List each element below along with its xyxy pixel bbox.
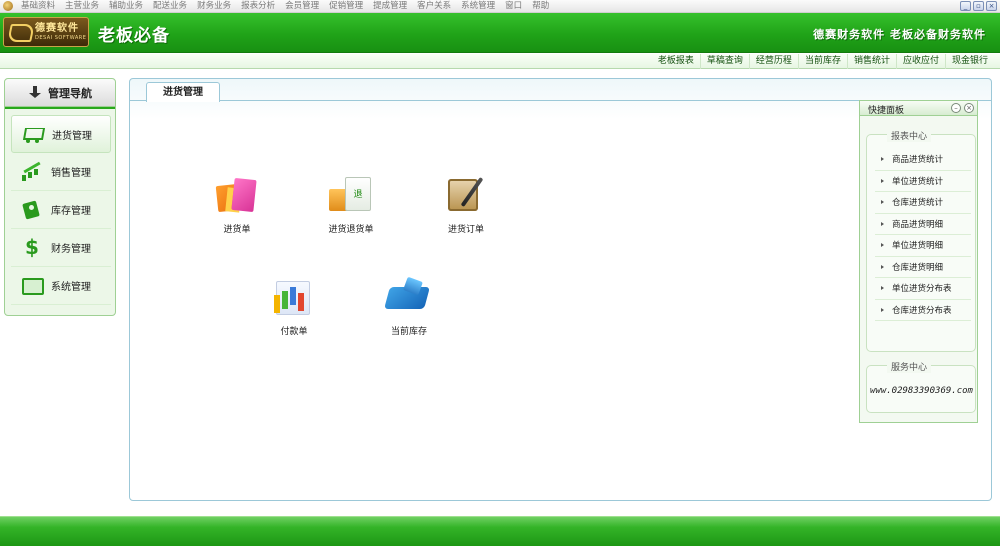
cart-icon [22, 124, 44, 144]
module-label: 进货订单 [447, 225, 484, 235]
nav-item-system[interactable]: 系统管理 [11, 267, 111, 305]
module-label: 付款单 [280, 327, 308, 337]
module-payment[interactable]: 付款单 [254, 275, 334, 337]
link-boss-report[interactable]: 老板报表 [652, 54, 700, 69]
bullet-arrow-icon [881, 157, 884, 162]
minimize-button[interactable]: _ [960, 1, 971, 11]
nav-item-label: 库存管理 [51, 206, 91, 217]
module-label: 当前库存 [390, 327, 427, 337]
nav-item-label: 进货管理 [52, 130, 92, 142]
logo-name-cn: 德赛软件 [35, 22, 79, 34]
bullet-arrow-icon [881, 286, 884, 291]
nav-item-label: 系统管理 [51, 282, 91, 293]
report-link[interactable]: 单位进货分布表 [875, 278, 971, 300]
quick-panel-title: 快捷面板 [868, 106, 905, 116]
bullet-arrow-icon [881, 221, 884, 226]
restore-button[interactable]: ▫ [973, 1, 984, 11]
link-sales-stats[interactable]: 销售统计 [846, 54, 896, 69]
shopping-bags-icon [211, 173, 263, 219]
return-box-icon [325, 173, 377, 219]
quick-link-bar: 老板报表 草稿查询 经营历程 当前库存 销售统计 应收应付 现金银行 [0, 54, 1000, 69]
module-current-stock[interactable]: 当前库存 [369, 275, 449, 337]
report-link[interactable]: 仓库进货统计 [875, 192, 971, 214]
logo-mark-icon [7, 20, 33, 44]
service-website-link[interactable]: www.02983390369.com [870, 386, 973, 396]
link-business-history[interactable]: 经营历程 [748, 54, 798, 69]
inventory-stock-icon [383, 275, 435, 321]
bullet-arrow-icon [881, 264, 884, 269]
bullet-arrow-icon [881, 200, 884, 205]
module-label: 进货退货单 [328, 225, 374, 235]
service-center-title: 服务中心 [887, 360, 932, 373]
report-center-title: 报表中心 [887, 129, 932, 142]
app-icon[interactable] [3, 1, 13, 11]
banner-slogan: 老板必备 [98, 26, 170, 46]
menu-crm[interactable]: 客户关系 [412, 0, 456, 13]
report-link[interactable]: 商品进货明细 [875, 214, 971, 235]
menu-report[interactable]: 报表分析 [236, 0, 280, 13]
logo-name-en: DESAI SOFTWARE [35, 34, 87, 41]
bullet-arrow-icon [881, 178, 884, 183]
nav-list: 进货管理 销售管理 库存管理 财务管理 系统管理 [11, 115, 111, 305]
nav-item-label: 销售管理 [51, 168, 91, 179]
link-receivable-payable[interactable]: 应收应付 [895, 54, 945, 69]
module-purchase-order[interactable]: 进货单 [197, 173, 277, 235]
app-banner: 德赛软件 DESAI SOFTWARE 老板必备 德赛财务软件 老板必备财务软件 [0, 13, 1000, 53]
status-bar [0, 516, 1000, 546]
dollar-icon [21, 235, 43, 259]
banner-tagline: 德赛财务软件 老板必备财务软件 [813, 28, 986, 41]
quick-panel-header: 快捷面板 – × [860, 101, 977, 116]
report-link[interactable]: 仓库进货明细 [875, 257, 971, 278]
module-purchase-plan[interactable]: 进货订单 [426, 173, 506, 235]
menu-main-business[interactable]: 主营业务 [60, 0, 104, 13]
quick-panel: 快捷面板 – × 报表中心 商品进货统计 单位进货统计 仓库进货统计 商品进货明… [859, 100, 978, 423]
report-link[interactable]: 单位进货明细 [875, 235, 971, 257]
tab-purchase-management[interactable]: 进货管理 [146, 82, 220, 102]
nav-item-purchase[interactable]: 进货管理 [11, 115, 111, 153]
menu-finance[interactable]: 财务业务 [192, 0, 236, 13]
menu-promotion[interactable]: 促销管理 [324, 0, 368, 13]
report-link[interactable]: 仓库进货分布表 [875, 300, 971, 321]
nav-item-finance[interactable]: 财务管理 [11, 229, 111, 267]
monitor-icon [21, 276, 44, 296]
menu-help[interactable]: 帮助 [527, 0, 554, 13]
nav-header-label: 管理导航 [48, 86, 92, 100]
nav-item-label: 财务管理 [51, 244, 91, 255]
module-label: 进货单 [223, 225, 251, 235]
menu-delivery[interactable]: 配送业务 [148, 0, 192, 13]
tab-strip: 进货管理 [130, 79, 991, 102]
inventory-icon [21, 200, 43, 220]
payment-chart-icon [268, 275, 320, 321]
link-cash-bank[interactable]: 现金银行 [944, 54, 994, 69]
close-button[interactable]: × [986, 1, 997, 11]
menu-member[interactable]: 会员管理 [280, 0, 324, 13]
bullet-arrow-icon [881, 307, 884, 312]
link-current-stock[interactable]: 当前库存 [797, 54, 847, 69]
close-icon[interactable]: × [964, 103, 974, 113]
nav-header: 管理导航 [5, 79, 115, 107]
collapse-icon[interactable]: – [951, 103, 961, 113]
report-link[interactable]: 单位进货统计 [875, 171, 971, 192]
menu-bar: 基础资料 主营业务 辅助业务 配送业务 财务业务 报表分析 会员管理 促销管理 … [0, 0, 1000, 13]
menu-window[interactable]: 窗口 [500, 0, 527, 13]
nav-item-inventory[interactable]: 库存管理 [11, 191, 111, 229]
module-purchase-return[interactable]: 进货退货单 [311, 173, 391, 235]
left-navigation: 管理导航 进货管理 销售管理 库存管理 财务管理 系统管理 [4, 78, 116, 316]
menu-aux-business[interactable]: 辅助业务 [104, 0, 148, 13]
report-link[interactable]: 商品进货统计 [875, 149, 971, 171]
order-book-icon [440, 173, 492, 219]
window-controls: _ ▫ × [960, 1, 997, 11]
sales-chart-icon [21, 162, 43, 182]
download-arrow-icon [28, 85, 42, 100]
menu-commission[interactable]: 提成管理 [368, 0, 412, 13]
brand-logo: 德赛软件 DESAI SOFTWARE [3, 17, 89, 47]
nav-item-sales[interactable]: 销售管理 [11, 153, 111, 191]
bullet-arrow-icon [881, 243, 884, 248]
service-center-group: 服务中心 www.02983390369.com [866, 360, 976, 413]
menu-basic-data[interactable]: 基础资料 [16, 0, 60, 13]
report-center-group: 报表中心 商品进货统计 单位进货统计 仓库进货统计 商品进货明细 单位进货明细 … [866, 129, 976, 352]
link-draft-query[interactable]: 草稿查询 [699, 54, 749, 69]
menu-system[interactable]: 系统管理 [456, 0, 500, 13]
